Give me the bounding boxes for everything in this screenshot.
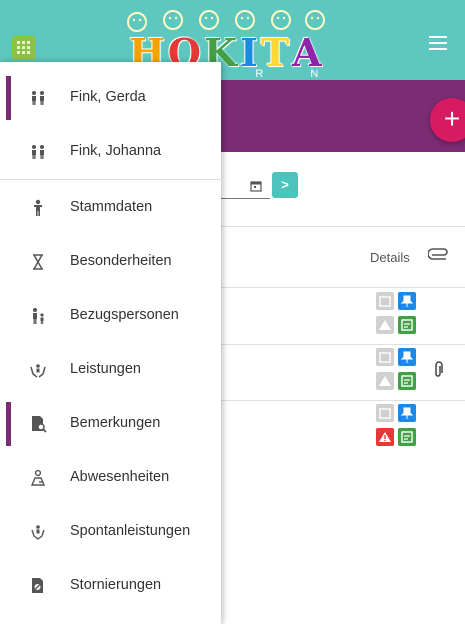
family-icon [33, 308, 44, 324]
drawer-item-label: Spontanleistungen [70, 523, 191, 539]
children-icon [32, 145, 44, 159]
navigation-drawer: Fink, Gerda Fink, Johanna Stammdaten Bes… [0, 62, 221, 624]
drawer-item-abwesenheiten[interactable]: Abwesenheiten [0, 451, 221, 505]
note-search-icon [32, 416, 47, 433]
drawer-child-gerda[interactable]: Fink, Gerda [0, 71, 221, 125]
warning-icon[interactable] [376, 316, 394, 334]
drawer-child-johanna[interactable]: Fink, Johanna [0, 125, 221, 179]
drawer-item-label: Leistungen [70, 361, 141, 377]
drawer-item-besonderheiten[interactable]: Besonderheiten [0, 235, 221, 289]
attachment-header-icon [428, 248, 448, 260]
details-column-header: Details [370, 250, 410, 265]
children-icon [32, 91, 44, 105]
drawer-item-label: Fink, Gerda [70, 89, 146, 105]
grid-icon [17, 41, 30, 54]
drawer-item-label: Bezugspersonen [70, 307, 179, 323]
table-divider [220, 226, 465, 227]
drawer-item-stornierungen[interactable]: Stornierungen [0, 559, 221, 613]
pin-icon[interactable] [398, 292, 416, 310]
table-divider [220, 344, 465, 345]
hands-child-icon [30, 364, 46, 378]
drawer-item-spontanleistungen[interactable]: Spontanleistungen [0, 505, 221, 559]
calendar-icon[interactable] [250, 180, 262, 192]
pin-icon[interactable] [398, 348, 416, 366]
active-indicator [6, 402, 11, 446]
drawer-divider [0, 179, 221, 180]
drawer-item-bemerkungen[interactable]: Bemerkungen [0, 397, 221, 451]
date-input-underline[interactable] [220, 198, 270, 199]
note-icon[interactable] [398, 372, 416, 390]
active-indicator [6, 76, 11, 120]
drawer-item-bezugspersonen[interactable]: Bezugspersonen [0, 289, 221, 343]
attachment-icon[interactable] [432, 361, 444, 379]
drawer-item-label: Stammdaten [70, 199, 153, 215]
drawer-item-leistungen[interactable]: Leistungen [0, 343, 221, 397]
pin-icon[interactable] [398, 404, 416, 422]
note-icon[interactable] [398, 428, 416, 446]
hand-child-icon [31, 525, 45, 540]
apps-grid-button[interactable] [12, 36, 36, 60]
hourglass-icon [33, 254, 43, 270]
drawer-item-label: Besonderheiten [70, 253, 172, 269]
child-icon [34, 199, 42, 216]
next-date-button[interactable]: > [272, 172, 298, 198]
person-away-icon [30, 469, 46, 486]
drawer-item-label: Abwesenheiten [70, 469, 170, 485]
cancel-doc-icon [32, 578, 43, 593]
drawer-item-label: Bemerkungen [70, 415, 161, 431]
table-divider [220, 287, 465, 288]
drawer-item-label: Stornierungen [70, 577, 162, 593]
note-icon[interactable] [398, 316, 416, 334]
warning-icon[interactable] [376, 372, 394, 390]
calendar-status-icon[interactable] [376, 404, 394, 422]
table-row [376, 292, 420, 338]
table-divider [220, 400, 465, 401]
calendar-status-icon[interactable] [376, 348, 394, 366]
logo-subtitle: E R N [201, 68, 341, 80]
hamburger-menu-icon[interactable] [429, 36, 447, 50]
drawer-item-label: Fink, Johanna [70, 143, 162, 159]
table-row [376, 348, 420, 394]
drawer-item-stammdaten[interactable]: Stammdaten [0, 181, 221, 235]
calendar-status-icon[interactable] [376, 292, 394, 310]
table-row [376, 404, 420, 450]
warning-icon[interactable] [376, 428, 394, 446]
